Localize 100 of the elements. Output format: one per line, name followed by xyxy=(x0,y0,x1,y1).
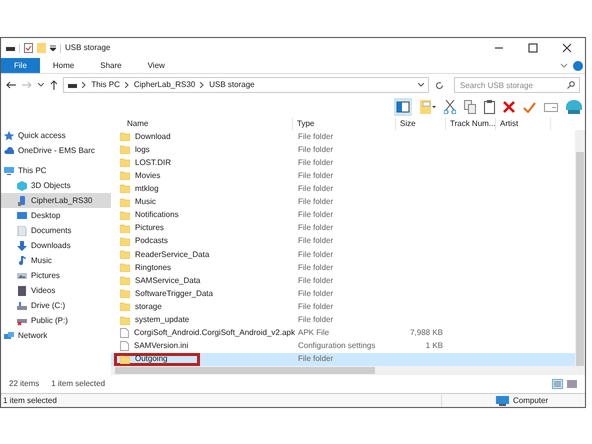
file-name: Ringtones xyxy=(135,262,172,274)
cloud-icon xyxy=(4,146,14,156)
file-row[interactable]: Movies File folder xyxy=(111,169,575,182)
properties-icon[interactable] xyxy=(24,43,33,53)
scrollbar-thumb[interactable] xyxy=(115,367,375,374)
file-row[interactable]: SoftwareTrigger_Data File folder xyxy=(111,287,575,300)
breadcrumb[interactable]: CipherLab_RS30 xyxy=(134,79,196,91)
column-header[interactable]: Name xyxy=(111,118,293,130)
ribbon-tab[interactable]: Home xyxy=(40,58,88,73)
file-row[interactable]: storage File folder xyxy=(111,300,575,314)
sidebar-item[interactable]: Music xyxy=(1,253,111,268)
file-row[interactable]: mtklog File folder xyxy=(111,182,575,196)
file-name: storage xyxy=(135,300,162,313)
copy-icon[interactable] xyxy=(464,100,476,114)
sidebar-item[interactable]: OneDrive - EMS Barc xyxy=(1,143,111,158)
file-row[interactable]: logs File folder xyxy=(111,143,575,156)
scissors-icon[interactable] xyxy=(444,100,456,114)
file-name: Download xyxy=(135,130,171,143)
file-type: File folder xyxy=(297,262,334,274)
sidebar-item[interactable]: Pictures xyxy=(1,268,111,283)
file-row[interactable]: SAMVersion.ini Configuration settings 1 KB xyxy=(111,340,575,353)
breadcrumb[interactable]: USB storage xyxy=(209,79,255,91)
refresh-icon[interactable] xyxy=(435,80,444,90)
file-type: File folder xyxy=(297,156,334,169)
search-field[interactable]: Search USB storage xyxy=(454,77,580,93)
column-header[interactable]: Artist xyxy=(496,118,551,130)
picture-icon xyxy=(17,270,27,280)
checkmark-icon[interactable] xyxy=(523,102,536,112)
sidebar-item[interactable]: Desktop xyxy=(1,208,111,223)
file-row[interactable]: SAMService_Data File folder xyxy=(111,274,575,288)
file-type: File folder xyxy=(297,222,334,234)
delete-icon[interactable] xyxy=(503,101,515,113)
scrollbar-thumb[interactable] xyxy=(576,152,584,366)
selection-count: 1 item selected xyxy=(51,378,106,390)
drive-icon xyxy=(17,300,27,310)
sidebar-item[interactable]: Downloads xyxy=(1,238,111,253)
file-name: SAMService_Data xyxy=(135,274,200,287)
clipboard-icon[interactable] xyxy=(484,100,495,114)
sidebar-item[interactable]: Network xyxy=(1,328,111,343)
file-name: CorgiSoft_Android.CorgiSoft_Android_v2.apk xyxy=(134,327,295,340)
file-name: logs xyxy=(135,144,150,156)
file-row[interactable]: system_update File folder xyxy=(111,314,575,327)
file-row[interactable]: Music File folder xyxy=(111,196,575,209)
details-view-icon[interactable] xyxy=(552,379,563,389)
file-row[interactable]: LOST.DIR File folder xyxy=(111,156,575,170)
horizontal-scrollbar[interactable] xyxy=(111,366,585,375)
preview-pane-icon[interactable] xyxy=(394,98,412,116)
breadcrumb[interactable]: This PC xyxy=(91,79,120,91)
file-type: File folder xyxy=(297,130,334,143)
sidebar-item[interactable]: Drive (C:) xyxy=(1,298,111,313)
sidebar-item[interactable]: This PC xyxy=(1,163,111,178)
rename-icon[interactable] xyxy=(544,102,558,112)
monitor-icon xyxy=(4,166,14,176)
ribbon-tab[interactable]: File xyxy=(1,58,40,73)
file-size: 1 KB xyxy=(426,340,443,352)
file-row[interactable]: Outgoing File folder xyxy=(111,352,575,366)
sidebar-item[interactable]: CipherLab_RS30 xyxy=(1,193,111,208)
chevron-right-icon xyxy=(200,82,204,88)
column-header[interactable]: Track Num... xyxy=(446,118,496,130)
column-header[interactable]: Size xyxy=(396,118,446,130)
vertical-scrollbar[interactable] xyxy=(575,130,585,366)
sidebar-item[interactable]: Documents xyxy=(1,223,111,238)
file-name: Outgoing xyxy=(135,353,168,366)
expand-ribbon-icon[interactable] xyxy=(560,62,568,70)
ribbon-tab[interactable]: Share xyxy=(87,58,135,73)
sidebar-item[interactable]: 3D Objects xyxy=(1,178,111,193)
file-name: Pictures xyxy=(135,222,164,234)
file-row[interactable]: Podcasts File folder xyxy=(111,234,575,248)
film-icon xyxy=(17,286,27,296)
sidebar-item[interactable]: Videos xyxy=(1,283,111,298)
layout-icon[interactable] xyxy=(420,100,436,114)
up-arrow-icon[interactable] xyxy=(50,80,58,90)
column-header[interactable]: Type xyxy=(293,118,396,130)
file-name: SoftwareTrigger_Data xyxy=(135,288,213,300)
file-type: File folder xyxy=(297,209,334,222)
help-icon[interactable] xyxy=(573,60,583,70)
sidebar-item[interactable]: Quick access xyxy=(1,128,111,143)
file-row[interactable]: Download File folder xyxy=(111,130,575,144)
file-row[interactable]: ReaderService_Data File folder xyxy=(111,248,575,262)
ribbon-tab[interactable]: View xyxy=(134,58,178,73)
network-icon xyxy=(4,330,14,340)
window-title: USB storage xyxy=(65,42,110,54)
monitor-icon xyxy=(496,396,509,406)
back-arrow-icon[interactable] xyxy=(6,81,16,89)
device-icon xyxy=(17,196,27,206)
file-row[interactable]: Notifications File folder xyxy=(111,208,575,222)
file-row[interactable]: Pictures File folder xyxy=(111,222,575,235)
shell-icon[interactable] xyxy=(566,100,582,114)
dropdown-caret-icon[interactable] xyxy=(418,83,424,87)
file-name: mtklog xyxy=(135,182,159,195)
sidebar-item[interactable]: Public (P:) xyxy=(1,313,111,328)
file-type: File folder xyxy=(297,170,334,182)
close-icon[interactable] xyxy=(562,43,572,53)
maximize-icon[interactable] xyxy=(528,43,538,53)
download-arrow-icon xyxy=(17,240,27,250)
file-row[interactable]: Ringtones File folder xyxy=(111,261,575,274)
recent-caret-icon[interactable] xyxy=(38,83,44,87)
address-field[interactable]: This PC CipherLab_RS30 USB storage xyxy=(63,77,430,93)
file-row[interactable]: CorgiSoft_Android.CorgiSoft_Android_v2.apk APK File 7,988 KB xyxy=(111,326,575,340)
dropdown-caret-icon[interactable] xyxy=(50,45,56,51)
